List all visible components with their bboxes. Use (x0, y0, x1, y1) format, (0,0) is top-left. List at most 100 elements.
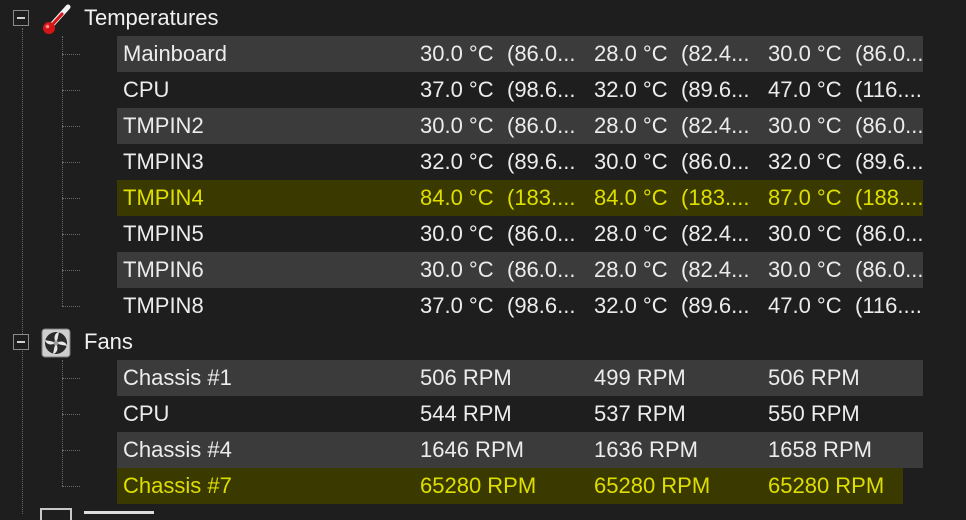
value-min-f: (82.4... (681, 113, 750, 138)
value-current: 30.0 °C (420, 257, 494, 282)
group-fans[interactable]: Fans (0, 324, 966, 360)
tree-connector (62, 450, 80, 451)
value-max-f: (188.... (855, 185, 924, 210)
value-current: 84.0 °C (420, 185, 494, 210)
value-min: 32.0 °C (594, 293, 668, 318)
value-min-f: (86.0... (681, 149, 750, 174)
value-current: 37.0 °C (420, 77, 494, 102)
tree-connector (62, 270, 80, 271)
value-min: 28.0 °C (594, 113, 668, 138)
value-max: 87.0 °C (768, 185, 842, 210)
tree-connector (62, 306, 80, 307)
tree-connector (62, 162, 80, 163)
sensor-row-tmpin6[interactable]: TMPIN6 30.0 °C (86.0... 28.0 °C (82.4...… (0, 252, 966, 288)
value-min: 84.0 °C (594, 185, 668, 210)
value-min-f: (82.4... (681, 221, 750, 246)
value-max-f: (116.... (855, 293, 922, 318)
value-min: 65280 RPM (594, 473, 711, 498)
tree-connector (62, 234, 80, 235)
value-max: 47.0 °C (768, 77, 842, 102)
sensor-name: TMPIN6 (123, 257, 204, 282)
tree-connector (62, 414, 80, 415)
sensor-name: TMPIN4 (123, 185, 204, 210)
value-max: 30.0 °C (768, 221, 842, 246)
value-current: 30.0 °C (420, 113, 494, 138)
value-max: 30.0 °C (768, 41, 842, 66)
value-max-f: (89.6... (855, 149, 924, 174)
sensor-row-cpu-temp[interactable]: CPU 37.0 °C (98.6... 32.0 °C (89.6... 47… (0, 72, 966, 108)
value-max: 30.0 °C (768, 257, 842, 282)
sensor-name: CPU (123, 77, 170, 102)
value-current-f: (86.0... (507, 257, 576, 282)
value-current: 30.0 °C (420, 221, 494, 246)
sensor-name: Mainboard (123, 41, 227, 66)
sensor-name: Chassis #1 (123, 365, 232, 390)
sensor-row-tmpin2[interactable]: TMPIN2 30.0 °C (86.0... 28.0 °C (82.4...… (0, 108, 966, 144)
value-min-f: (82.4... (681, 41, 750, 66)
value-max-f: (86.0... (855, 257, 924, 282)
group-label: Temperatures (84, 5, 219, 30)
value-min: 30.0 °C (594, 149, 668, 174)
value-min: 1636 RPM (594, 437, 698, 462)
value-max-f: (86.0... (855, 221, 924, 246)
value-current: 30.0 °C (420, 41, 494, 66)
collapse-icon[interactable] (13, 334, 29, 350)
value-max: 506 RPM (768, 365, 860, 390)
value-current: 506 RPM (420, 365, 512, 390)
value-current: 37.0 °C (420, 293, 494, 318)
value-min: 28.0 °C (594, 257, 668, 282)
value-current-f: (86.0... (507, 41, 576, 66)
tree-connector (62, 378, 80, 379)
tree-connector (62, 126, 80, 127)
value-min-f: (89.6... (681, 77, 750, 102)
value-max-f: (86.0... (855, 113, 924, 138)
value-min-f: (82.4... (681, 257, 750, 282)
sensor-row-chassis-4[interactable]: Chassis #4 1646 RPM 1636 RPM 1658 RPM (0, 432, 966, 468)
value-current-f: (86.0... (507, 221, 576, 246)
value-max-f: (86.0... (855, 41, 924, 66)
utilization-icon (40, 508, 72, 520)
value-max: 30.0 °C (768, 113, 842, 138)
sensor-row-tmpin4[interactable]: TMPIN4 84.0 °C (183.... 84.0 °C (183....… (0, 180, 966, 216)
sensor-row-tmpin5[interactable]: TMPIN5 30.0 °C (86.0... 28.0 °C (82.4...… (0, 216, 966, 252)
value-max: 1658 RPM (768, 437, 872, 462)
value-max: 65280 RPM (768, 473, 885, 498)
value-max: 550 RPM (768, 401, 860, 426)
value-current-f: (98.6... (507, 293, 576, 318)
tree-connector (62, 54, 80, 55)
tree-connector (62, 486, 80, 487)
value-min: 537 RPM (594, 401, 686, 426)
value-current-f: (89.6... (507, 149, 576, 174)
sensor-row-chassis-1[interactable]: Chassis #1 506 RPM 499 RPM 506 RPM (0, 360, 966, 396)
next-group-label-cutoff (84, 506, 164, 514)
value-current-f: (86.0... (507, 113, 576, 138)
value-max: 32.0 °C (768, 149, 842, 174)
value-current-f: (183.... (507, 185, 576, 210)
collapse-icon[interactable] (13, 10, 29, 26)
sensor-name: TMPIN5 (123, 221, 204, 246)
value-min: 499 RPM (594, 365, 686, 390)
value-min-f: (89.6... (681, 293, 750, 318)
value-current: 1646 RPM (420, 437, 524, 462)
value-current: 32.0 °C (420, 149, 494, 174)
sensor-row-tmpin3[interactable]: TMPIN3 32.0 °C (89.6... 30.0 °C (86.0...… (0, 144, 966, 180)
value-max: 47.0 °C (768, 293, 842, 318)
group-temperatures[interactable]: Temperatures (0, 0, 966, 36)
tree-connector (62, 90, 80, 91)
sensor-name: CPU (123, 401, 170, 426)
group-label: Fans (84, 329, 133, 354)
sensor-name: TMPIN3 (123, 149, 204, 174)
value-current-f: (98.6... (507, 77, 576, 102)
value-min: 28.0 °C (594, 221, 668, 246)
value-min: 28.0 °C (594, 41, 668, 66)
sensor-row-cpu-fan[interactable]: CPU 544 RPM 537 RPM 550 RPM (0, 396, 966, 432)
sensor-row-mainboard[interactable]: Mainboard 30.0 °C (86.0... 28.0 °C (82.4… (0, 36, 966, 72)
fan-icon (41, 328, 71, 358)
tree-connector (62, 198, 80, 199)
sensor-name: TMPIN8 (123, 293, 204, 318)
sensor-row-tmpin8[interactable]: TMPIN8 37.0 °C (98.6... 32.0 °C (89.6...… (0, 288, 966, 324)
value-max-f: (116.... (855, 77, 922, 102)
sensor-name: Chassis #7 (123, 473, 232, 498)
sensor-row-chassis-7[interactable]: Chassis #7 65280 RPM 65280 RPM 65280 RPM (0, 468, 966, 504)
value-min: 32.0 °C (594, 77, 668, 102)
